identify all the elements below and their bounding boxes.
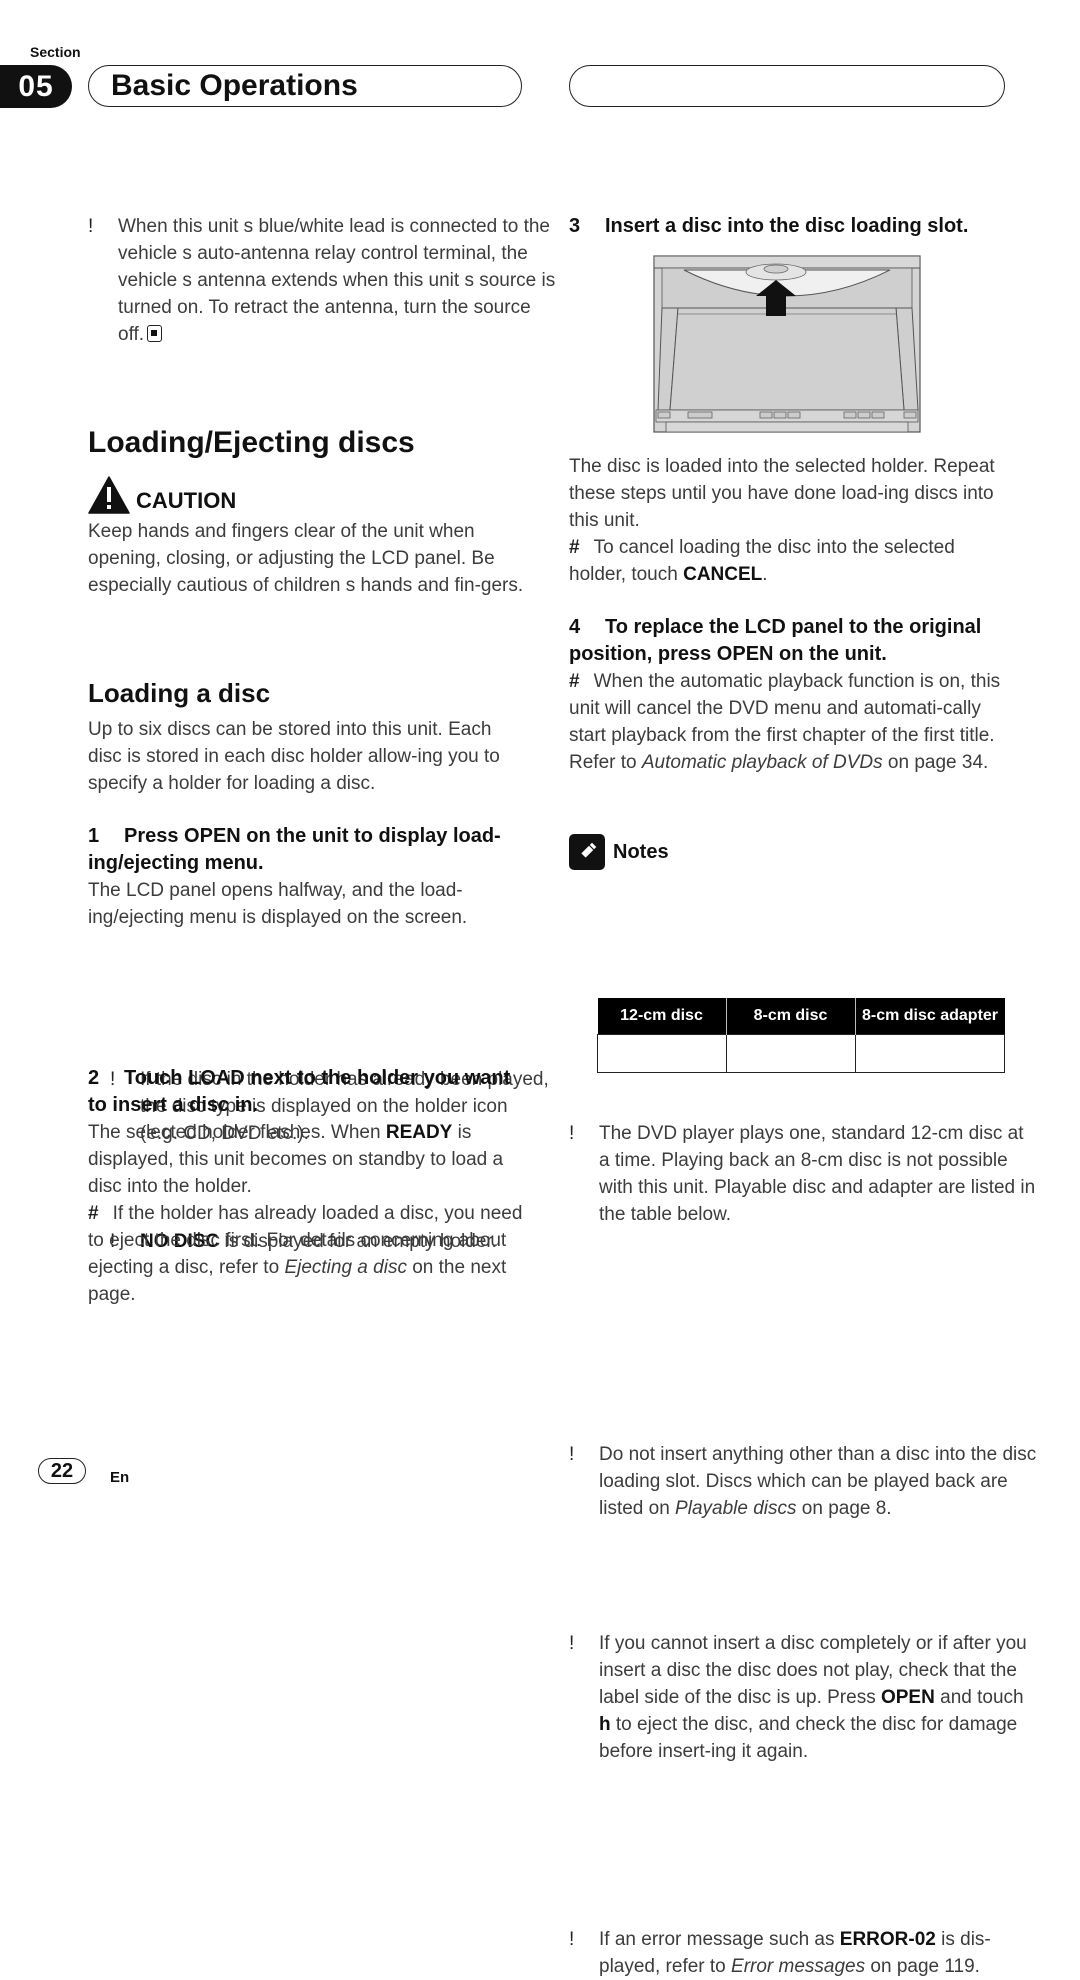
step-2-title-text: Touch LOAD next to the holder you want t… <box>88 1067 511 1116</box>
disc-compat-table: 12-cm disc 8-cm disc 8-cm disc adapter <box>597 998 1005 1073</box>
playable-discs-ref: Playable discs <box>675 1498 797 1519</box>
section-label: Section <box>30 44 81 60</box>
step-3-hash-post: . <box>762 564 768 585</box>
warning-triangle-icon <box>88 476 130 514</box>
table-header-row: 12-cm disc 8-cm disc 8-cm disc adapter <box>597 998 1005 1035</box>
step-3-title-text: Insert a disc into the disc loading slot… <box>605 215 969 237</box>
eject-symbol: h <box>599 1714 611 1735</box>
bullet-mark: ! <box>88 216 94 237</box>
error-code-label: ERROR-02 <box>839 1929 936 1950</box>
antenna-note-text: When this unit s blue/white lead is conn… <box>118 216 556 345</box>
caution-heading: CAUTION <box>88 476 236 514</box>
caution-text: Keep hands and fingers clear of the unit… <box>88 521 524 596</box>
header-8cm-disc: 8-cm disc <box>725 998 855 1035</box>
step-3-hash-note: # To cancel loading the disc into the sel… <box>569 534 1009 588</box>
step-3-title: 3 Insert a disc into the disc loading slo… <box>569 213 1009 240</box>
step-2-hash-note: # If the holder has already loaded a disc… <box>88 1200 528 1308</box>
language-label: En <box>110 1469 130 1486</box>
bullet-mark: ! <box>569 1929 575 1950</box>
step-2-title: 2 Touch LOAD next to the holder you want … <box>88 1065 528 1119</box>
heading-loading-ejecting: Loading/Ejecting discs <box>88 426 415 459</box>
step-2-text-pre: The selected holder flashes. When <box>88 1122 386 1143</box>
bullet-mark: ! <box>569 1633 575 1654</box>
empty-header-pill <box>569 65 1005 107</box>
table-row <box>597 1034 1005 1073</box>
auto-playback-ref: Automatic playback of DVDs <box>641 752 883 773</box>
section-number-badge: 05 <box>0 65 72 108</box>
step-1-title-text: Press OPEN on the unit to display load-i… <box>88 825 501 874</box>
note-3: ! If you cannot insert a disc completely… <box>569 1630 1039 1765</box>
step-4-title: 4 To replace the LCD panel to the origina… <box>569 614 1009 668</box>
pencil-icon <box>569 834 605 870</box>
step-4-hash-note: # When the automatic playback function is… <box>569 668 1009 776</box>
end-mark-icon <box>147 325 163 342</box>
loading-intro: Up to six discs can be stored into this … <box>88 719 500 794</box>
bullet-mark: ! <box>569 1444 575 1465</box>
note-1: ! The DVD player plays one, standard 12-… <box>569 1120 1039 1228</box>
note-3-post: to eject the disc, and check the disc fo… <box>599 1714 1018 1762</box>
note-4: ! If an error message such as ERROR-02 i… <box>569 1926 1039 1980</box>
disc-insertion-illustration <box>653 255 921 433</box>
hash-mark: # <box>88 1203 99 1224</box>
table-cell <box>854 1034 1005 1073</box>
header-12cm-disc: 12-cm disc <box>597 998 726 1035</box>
step-1-text: The LCD panel opens halfway, and the loa… <box>88 880 468 928</box>
cancel-label: CANCEL <box>683 564 763 585</box>
notes-label: Notes <box>613 840 669 863</box>
header-8cm-adapter: 8-cm disc adapter <box>854 998 1005 1035</box>
table-cell <box>597 1034 727 1073</box>
caution-label: CAUTION <box>136 488 237 513</box>
note-3-mid: and touch <box>934 1687 1024 1708</box>
page-number: 22 <box>38 1458 86 1484</box>
table-cell <box>725 1034 856 1073</box>
heading-loading-disc: Loading a disc <box>88 678 271 708</box>
error-messages-ref: Error messages <box>731 1956 866 1977</box>
note-4-pre: If an error message such as <box>599 1929 840 1950</box>
section-title-text: Basic Operations <box>111 69 358 102</box>
section-title: Basic Operations <box>88 65 522 107</box>
note-1-text: The DVD player plays one, standard 12-cm… <box>599 1123 1036 1225</box>
step-1-title: 1 Press OPEN on the unit to display load-… <box>88 823 528 877</box>
hash-mark: # <box>569 671 580 692</box>
hash-mark: # <box>569 537 580 558</box>
ready-label: READY <box>385 1122 453 1143</box>
step-4-number: 4 <box>569 616 581 638</box>
bullet-mark: ! <box>569 1123 575 1144</box>
step-2-number: 2 <box>88 1067 100 1089</box>
note-2-post: on page 8. <box>796 1498 892 1519</box>
note-4-post: on page 119. <box>865 1956 980 1977</box>
ejecting-disc-ref: Ejecting a disc <box>284 1257 407 1278</box>
antenna-note: ! When this unit s blue/white lead is co… <box>88 213 558 348</box>
step-1-number: 1 <box>88 825 100 847</box>
open-label: OPEN <box>880 1687 935 1708</box>
step-2-text: The selected holder flashes. When READY … <box>88 1119 528 1200</box>
step-4-hash-post: on page 34. <box>882 752 989 773</box>
step-4-title-text: To replace the LCD panel to the original… <box>569 616 982 665</box>
lcd-panel-shape <box>669 307 905 411</box>
step-3-number: 3 <box>569 215 581 237</box>
note-2: ! Do not insert anything other than a di… <box>569 1441 1039 1522</box>
notes-heading: Notes <box>569 834 669 870</box>
step-3-text: The disc is loaded into the selected hol… <box>569 456 995 531</box>
